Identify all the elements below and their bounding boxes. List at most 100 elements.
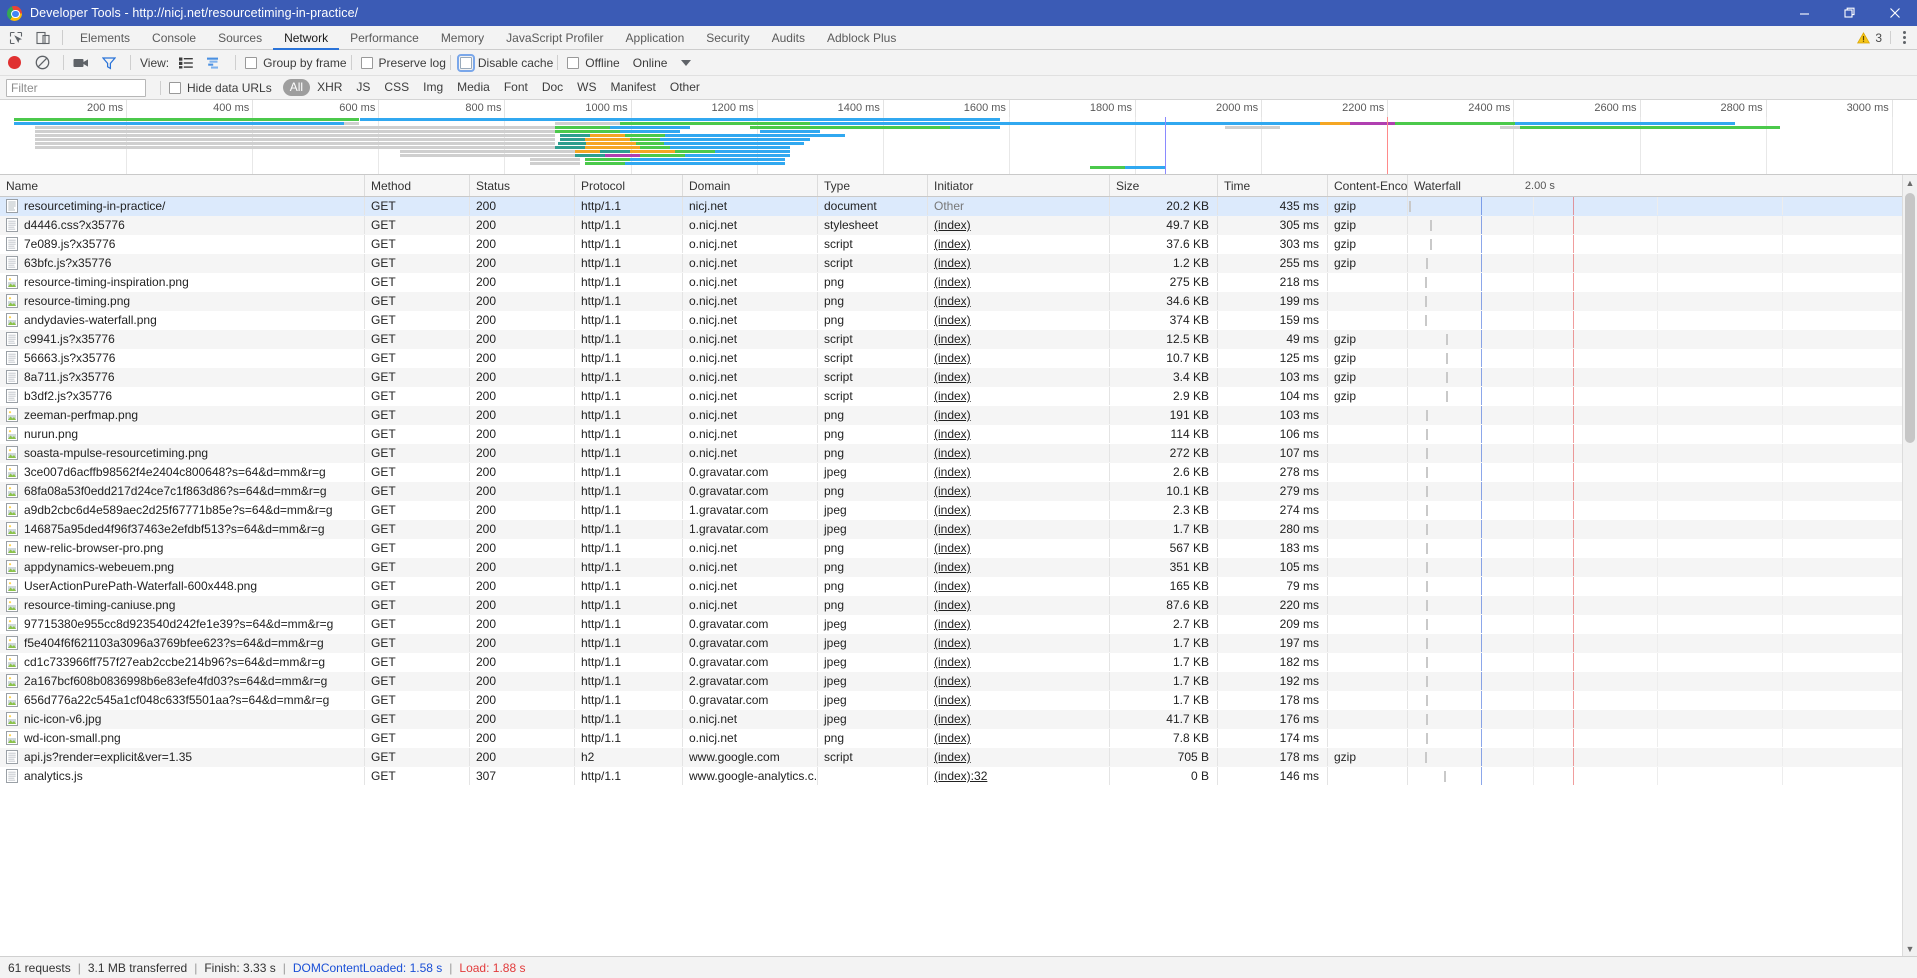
minimize-button[interactable] [1782, 0, 1827, 26]
initiator-link[interactable]: (index) [934, 484, 971, 498]
filter-type-doc[interactable]: Doc [535, 79, 570, 96]
scroll-up-arrow[interactable]: ▲ [1903, 175, 1917, 190]
group-by-frame-checkbox[interactable]: Group by frame [245, 56, 347, 70]
initiator-link[interactable]: (index) [934, 522, 971, 536]
waterfall-bar[interactable] [1425, 277, 1428, 288]
initiator-link[interactable]: (index) [934, 218, 971, 232]
waterfall-bar[interactable] [1425, 486, 1428, 497]
tab-adblock-plus[interactable]: Adblock Plus [816, 26, 907, 49]
column-header-domain[interactable]: Domain [683, 175, 818, 196]
more-vertical-icon[interactable] [1890, 31, 1910, 44]
waterfall-bar[interactable] [1425, 714, 1428, 725]
initiator-link[interactable]: (index) [934, 256, 971, 270]
waterfall-bar[interactable] [1425, 562, 1428, 573]
waterfall-bar[interactable] [1429, 220, 1432, 231]
column-header-initiator[interactable]: Initiator [928, 175, 1110, 196]
capture-screenshots-icon[interactable] [73, 55, 89, 71]
waterfall-bar[interactable] [1425, 467, 1428, 478]
warning-indicator[interactable]: 3 [1857, 31, 1890, 45]
table-row[interactable]: new-relic-browser-pro.png GET 200 http/1.1 o… [0, 539, 1917, 558]
table-row[interactable]: 656d776a22c545a1cf048c633f5501aa?s=64&d=… [0, 691, 1917, 710]
table-row[interactable]: nurun.png GET 200 http/1.1 o.nicj.net png (ind… [0, 425, 1917, 444]
table-row[interactable]: f5e404f6f621103a3096a3769bfee623?s=64&d=… [0, 634, 1917, 653]
table-row[interactable]: analytics.js GET 307 http/1.1 www.google-ana… [0, 767, 1917, 786]
table-row[interactable]: 7e089.js?x35776 GET 200 http/1.1 o.nicj.net s… [0, 235, 1917, 254]
waterfall-bar[interactable] [1425, 619, 1428, 630]
waterfall-bar[interactable] [1425, 638, 1428, 649]
filter-type-manifest[interactable]: Manifest [604, 79, 663, 96]
table-row[interactable]: api.js?render=explicit&ver=1.35 GET 200 h2 w… [0, 748, 1917, 767]
table-row[interactable]: UserActionPurePath-Waterfall-600x448.png… [0, 577, 1917, 596]
initiator-link[interactable]: (index) [934, 427, 971, 441]
tab-network[interactable]: Network [273, 26, 340, 50]
waterfall-bar[interactable] [1425, 448, 1428, 459]
waterfall-bar[interactable] [1425, 524, 1428, 535]
table-row[interactable]: 2a167bcf608b0836998b6e83efe4fd03?s=64&d=… [0, 672, 1917, 691]
waterfall-bar[interactable] [1425, 315, 1428, 326]
waterfall-bar[interactable] [1443, 771, 1446, 782]
offline-checkbox[interactable]: Offline [567, 56, 620, 70]
waterfall-bar[interactable] [1425, 410, 1428, 421]
table-row[interactable]: 8a711.js?x35776 GET 200 http/1.1 o.nicj.net s… [0, 368, 1917, 387]
initiator-link[interactable]: (index):32 [934, 769, 987, 783]
waterfall-bar[interactable] [1425, 600, 1428, 611]
filter-type-img[interactable]: Img [416, 79, 450, 96]
table-row[interactable]: c9941.js?x35776 GET 200 http/1.1 o.nicj.net s… [0, 330, 1917, 349]
table-row[interactable]: appdynamics-webeuem.png GET 200 http/1.1 o.n… [0, 558, 1917, 577]
waterfall-bar[interactable] [1426, 258, 1429, 269]
filter-type-font[interactable]: Font [497, 79, 535, 96]
table-row[interactable]: wd-icon-small.png GET 200 http/1.1 o.nicj.ne… [0, 729, 1917, 748]
initiator-link[interactable]: (index) [934, 598, 971, 612]
initiator-link[interactable]: (index) [934, 617, 971, 631]
filter-type-media[interactable]: Media [450, 79, 497, 96]
initiator-link[interactable]: (index) [934, 674, 971, 688]
throttling-value[interactable]: Online [633, 56, 668, 70]
hide-data-urls-checkbox[interactable]: Hide data URLs [169, 81, 272, 95]
waterfall-view-icon[interactable] [206, 55, 222, 71]
table-row[interactable]: soasta-mpulse-resourcetiming.png GET 200 ht… [0, 444, 1917, 463]
initiator-link[interactable]: (index) [934, 332, 971, 346]
initiator-link[interactable]: (index) [934, 636, 971, 650]
filter-type-other[interactable]: Other [663, 79, 707, 96]
initiator-link[interactable]: (index) [934, 731, 971, 745]
initiator-link[interactable]: (index) [934, 351, 971, 365]
filter-type-css[interactable]: CSS [377, 79, 416, 96]
column-header-size[interactable]: Size [1110, 175, 1218, 196]
device-toolbar-icon[interactable] [35, 30, 50, 45]
initiator-link[interactable]: (index) [934, 313, 971, 327]
record-button[interactable] [8, 56, 21, 69]
table-row[interactable]: 56663.js?x35776 GET 200 http/1.1 o.nicj.net s… [0, 349, 1917, 368]
waterfall-bar[interactable] [1446, 334, 1449, 345]
close-button[interactable] [1872, 0, 1917, 26]
initiator-link[interactable]: (index) [934, 750, 971, 764]
waterfall-bar[interactable] [1425, 676, 1428, 687]
waterfall-bar[interactable] [1409, 201, 1412, 212]
table-row[interactable]: nic-icon-v6.jpg GET 200 http/1.1 o.nicj.net j… [0, 710, 1917, 729]
initiator-link[interactable]: (index) [934, 541, 971, 555]
column-header-method[interactable]: Method [365, 175, 470, 196]
waterfall-bar[interactable] [1425, 695, 1428, 706]
column-header-type[interactable]: Type [818, 175, 928, 196]
table-row[interactable]: b3df2.js?x35776 GET 200 http/1.1 o.nicj.net s… [0, 387, 1917, 406]
column-header-waterfall[interactable]: Waterfall 2.00 s ▲ [1408, 175, 1917, 196]
tab-javascript-profiler[interactable]: JavaScript Profiler [495, 26, 614, 49]
waterfall-bar[interactable] [1425, 505, 1428, 516]
filter-type-ws[interactable]: WS [570, 79, 603, 96]
waterfall-bar[interactable] [1425, 733, 1428, 744]
table-row[interactable]: resource-timing.png GET 200 http/1.1 o.nicj.… [0, 292, 1917, 311]
filter-toggle-icon[interactable] [101, 55, 117, 71]
initiator-link[interactable]: (index) [934, 370, 971, 384]
preserve-log-checkbox[interactable]: Preserve log [360, 56, 446, 70]
waterfall-bar[interactable] [1425, 429, 1428, 440]
table-row[interactable]: cd1c733966ff757f27eab2ccbe214b96?s=64&d=… [0, 653, 1917, 672]
clear-button[interactable] [34, 55, 50, 71]
initiator-link[interactable]: (index) [934, 389, 971, 403]
tab-performance[interactable]: Performance [339, 26, 430, 49]
initiator-link[interactable]: (index) [934, 560, 971, 574]
initiator-link[interactable]: (index) [934, 446, 971, 460]
initiator-link[interactable]: (index) [934, 465, 971, 479]
initiator-link[interactable]: (index) [934, 275, 971, 289]
table-row[interactable]: zeeman-perfmap.png GET 200 http/1.1 o.nicj.n… [0, 406, 1917, 425]
network-overview-timeline[interactable]: 200 ms 400 ms 600 ms 800 ms 1000 ms 1200 ms 14… [0, 100, 1917, 175]
inspect-element-icon[interactable] [8, 30, 23, 45]
